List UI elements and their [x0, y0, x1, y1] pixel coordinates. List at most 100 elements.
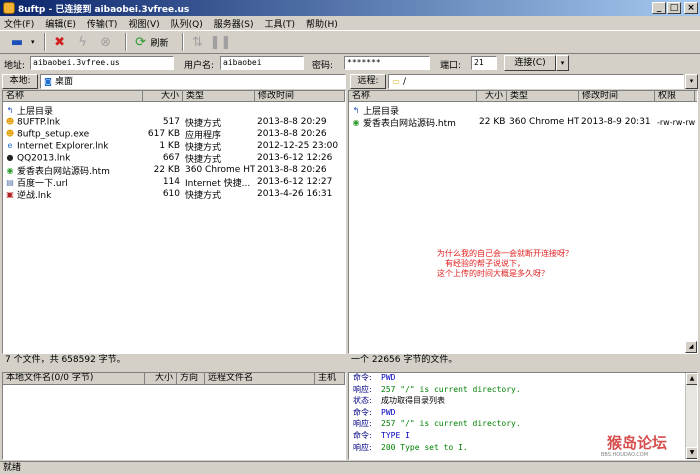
remote-label[interactable]: 远程: [350, 74, 386, 89]
refresh-label: 刷新 [150, 38, 169, 49]
annotation-line: 这个上传的时间大概是多久呀？ [437, 269, 549, 278]
local-list-header: 名称 大小 类型 修改时间 [3, 91, 345, 102]
col-direction[interactable]: 方向 [177, 373, 205, 384]
col-modified[interactable]: 修改时间 [255, 91, 345, 101]
col-modified[interactable]: 修改时间 [579, 91, 655, 101]
file-name-cell: ▣ 逆战.lnk [3, 188, 143, 201]
col-type[interactable]: 类型 [183, 91, 255, 101]
file-row[interactable]: ● QQ2013.lnk 667 快捷方式 2013-6-12 12:26 [3, 152, 345, 165]
password-input[interactable]: ******* [344, 56, 430, 70]
file-row[interactable]: ↰ 上层目录 [349, 104, 697, 117]
local-file-list[interactable]: 名称 大小 类型 修改时间 ↰ 上层目录 ☻ 8UFTP.lnk 517 快捷方式 2013… [2, 90, 346, 354]
col-size[interactable]: 大小 [477, 91, 507, 101]
file-row[interactable]: ◉爱香表白网站源码.htm22 KB360 Chrome HT...2013-8… [349, 116, 697, 129]
file-row[interactable]: ☻ 8UFTP.lnk 517 快捷方式 2013-8-8 20:29 [3, 116, 345, 129]
log-message: TYPE I [381, 431, 410, 440]
col-size[interactable]: 大小 [145, 373, 177, 384]
file-row[interactable]: ▣ 逆战.lnk 610 快捷方式 2013-4-26 16:31 [3, 188, 345, 201]
menu-tools[interactable]: 工具(T) [265, 17, 296, 30]
file-size: 667 [162, 153, 180, 163]
log-kind: 命令: [353, 407, 372, 417]
qq-icon: ● [6, 152, 14, 162]
host-label: 地址: [4, 61, 26, 71]
transfer-queue[interactable]: 本地文件名(0/0 字节) 大小 方向 远程文件名 主机 [2, 372, 346, 460]
file-row[interactable]: e Internet Explorer.lnk 1 KB 快捷方式 2012-12-25… [3, 140, 345, 153]
menu-transfer[interactable]: 传输(T) [87, 17, 118, 30]
watermark-text: 猴岛论坛 [607, 434, 668, 452]
file-size: 114 [162, 177, 180, 187]
pause-icon[interactable]: ❚❚ [210, 33, 232, 51]
user-label: 用户名: [184, 61, 215, 71]
game-icon: ▣ [6, 190, 14, 199]
annotation-line: 有经验的帮子说说下， [445, 259, 525, 268]
menu-file[interactable]: 文件(F) [4, 17, 34, 30]
file-name-cell: ↰ 上层目录 [3, 104, 143, 117]
menu-server[interactable]: 服务器(S) [214, 17, 254, 30]
file-name: 8UFTP.lnk [17, 117, 61, 128]
minimize-button[interactable]: _ [652, 2, 666, 14]
file-name-cell: ● QQ2013.lnk [3, 153, 143, 164]
file-name-cell: ◉ 爱香表白网站源码.htm [349, 116, 477, 129]
desktop-icon: ◙ [44, 76, 52, 86]
toolbar-divider [43, 33, 46, 51]
message-log[interactable]: 命令: PWD 响应: 257 "/" is current directory. 状态… [348, 372, 698, 460]
menu-view[interactable]: 视图(V) [128, 17, 159, 30]
file-row[interactable]: ▤ 百度一下.url 114 Internet 快捷... 2013-6-12 12:2… [3, 176, 345, 189]
file-size: 22 KB [479, 117, 506, 127]
connect-dropdown-icon[interactable]: ▾ [556, 55, 569, 71]
file-permissions: -rw-rw-rw- [657, 117, 695, 127]
log-message: PWD [381, 407, 396, 417]
connect-button[interactable]: 连接(C) [504, 55, 556, 71]
col-size[interactable]: 大小 [143, 91, 183, 101]
col-type[interactable]: 类型 [507, 91, 579, 101]
lightning-icon[interactable]: ϟ [74, 33, 92, 51]
col-permissions[interactable]: 权限 [655, 91, 695, 101]
scroll-up-icon[interactable]: ▲ [686, 373, 697, 385]
log-kind: 响应: [353, 442, 372, 452]
user-input[interactable]: aibaobei [220, 56, 304, 70]
maximize-button[interactable]: □ [667, 2, 681, 14]
scroll-down-icon[interactable]: ▼ [686, 447, 697, 459]
remote-file-list[interactable]: 名称 大小 类型 修改时间 权限 ↰ 上层目录 ◉ 爱香表白网站源码.htm 22 KB… [348, 90, 698, 354]
watermark-subtext: BBS.HOUDAO.COM [601, 452, 649, 458]
col-local-file[interactable]: 本地文件名(0/0 字节) [3, 373, 145, 384]
col-name[interactable]: 名称 [349, 91, 477, 101]
file-row[interactable]: ◉爱香表白网站源码.htm22 KB360 Chrome HT...2013-8… [3, 164, 345, 177]
file-name: Internet Explorer.lnk [17, 141, 109, 152]
local-path-input[interactable]: ◙ 桌面 [40, 74, 346, 89]
app-icon [3, 2, 15, 14]
file-row[interactable]: ☻ 8uftp_setup.exe 617 KB 应用程序 2013-8-8 20:26 [3, 128, 345, 141]
close-button[interactable]: × [684, 2, 698, 14]
stop-icon[interactable]: ⊗ [97, 33, 115, 51]
refresh-button[interactable]: ⟳ 刷新 [132, 33, 169, 51]
remote-list-header: 名称 大小 类型 修改时间 权限 [349, 91, 697, 102]
8uftp-icon: ☻ [5, 128, 15, 138]
file-row[interactable]: ↰ 上层目录 [3, 104, 345, 117]
menu-queue[interactable]: 队列(Q) [171, 17, 203, 30]
file-name-cell: ☻ 8UFTP.lnk [3, 117, 143, 128]
col-name[interactable]: 名称 [3, 91, 143, 101]
file-name-cell: e Internet Explorer.lnk [3, 141, 143, 152]
remote-path-dropdown-icon[interactable]: ▾ [685, 74, 698, 89]
menu-edit[interactable]: 编辑(E) [45, 17, 76, 30]
log-entry: 状态: 成功取得目录列表 [353, 395, 445, 406]
disconnect-icon[interactable]: ✖ [51, 33, 69, 51]
chevron-down-icon[interactable]: ▾ [31, 38, 35, 46]
remote-path-input[interactable]: ▭ / [388, 74, 684, 89]
log-scrollbar[interactable]: ▲ ▼ [685, 373, 697, 459]
file-date: 2013-6-12 12:26 [257, 153, 333, 163]
scroll-right-button[interactable]: ◢ [685, 341, 697, 353]
site-manager-icon[interactable]: ▬ [8, 33, 26, 51]
port-label: 端口: [440, 61, 462, 71]
file-date: 2013-8-9 20:31 [581, 117, 651, 127]
col-host[interactable]: 主机 [315, 373, 345, 384]
log-entry: 命令: PWD [353, 373, 395, 383]
menu-help[interactable]: 帮助(H) [306, 17, 338, 30]
transfer-icon[interactable]: ⇅ [189, 33, 207, 51]
port-input[interactable]: 21 [471, 56, 497, 70]
host-input[interactable]: aibaobei.3vfree.us [30, 56, 174, 70]
local-status: 7 个文件，共 658592 字节。 [2, 354, 346, 367]
local-label[interactable]: 本地: [2, 74, 38, 89]
col-remote-file[interactable]: 远程文件名 [205, 373, 315, 384]
file-name: 逆战.lnk [17, 190, 52, 201]
